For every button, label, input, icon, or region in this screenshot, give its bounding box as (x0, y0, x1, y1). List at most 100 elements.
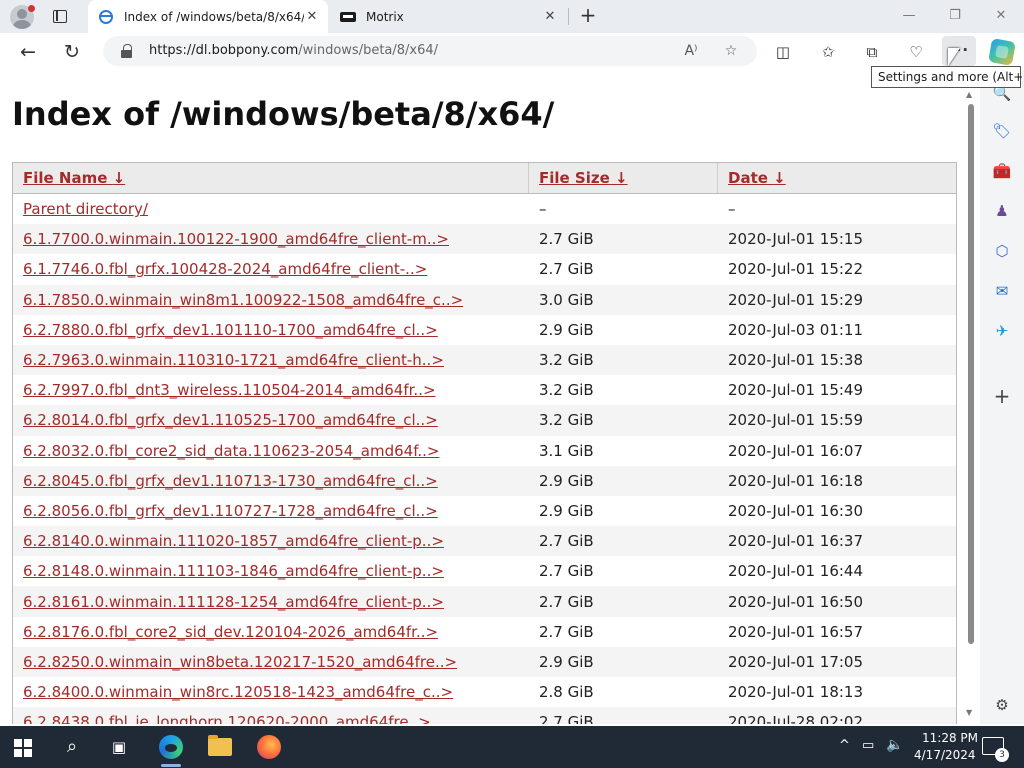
table-row: 6.2.8250.0.winmain_win8beta.120217-1520_… (13, 646, 956, 677)
file-link[interactable]: 6.2.8045.0.fbl_grfx_dev1.110713-1730_amd… (23, 472, 438, 490)
tray-overflow-chevron-icon[interactable]: ^ (839, 738, 850, 753)
favorites-icon[interactable]: ✩ (817, 41, 839, 63)
tab-strip: Index of /windows/beta/8/x64/ ✕ Motrix ✕… (0, 0, 1024, 33)
date-cell: 2020-Jul-01 16:30 (728, 501, 864, 520)
file-link[interactable]: 6.2.7997.0.fbl_dnt3_wireless.110504-2014… (23, 381, 436, 399)
scroll-thumb[interactable] (968, 104, 974, 644)
volume-muted-icon[interactable]: 🔈 (886, 737, 903, 753)
file-link[interactable]: 6.1.7850.0.winmain_win8m1.100922-1508_am… (23, 291, 463, 309)
close-tab-icon[interactable]: ✕ (304, 9, 320, 25)
file-size-cell: 2.7 GiB (539, 592, 594, 611)
split-screen-icon[interactable]: ◫ (772, 41, 794, 63)
copilot-icon[interactable] (988, 38, 1016, 66)
task-view-icon[interactable]: ▣ (107, 735, 131, 759)
file-link[interactable]: 6.2.8176.0.fbl_core2_sid_dev.120104-2026… (23, 623, 438, 641)
file-link[interactable]: 6.1.7746.0.fbl_grfx.100428-2024_amd64fre… (23, 260, 427, 278)
file-link[interactable]: 6.2.8032.0.fbl_core2_sid_data.110623-205… (23, 442, 440, 460)
file-link[interactable]: 6.1.7700.0.winmain.100122-1900_amd64fre_… (23, 230, 449, 248)
file-name-cell: 6.2.8045.0.fbl_grfx_dev1.110713-1730_amd… (13, 472, 529, 490)
refresh-icon[interactable]: ↻ (59, 39, 85, 65)
scroll-down-icon[interactable]: ▼ (966, 708, 972, 717)
back-arrow-icon[interactable]: ← (15, 39, 41, 65)
column-header-file-size[interactable]: File Size ↓ (529, 163, 718, 193)
file-name-cell: 6.2.7963.0.winmain.110310-1721_amd64fre_… (13, 351, 529, 369)
sidebar-settings-gear-icon[interactable]: ⚙ (991, 694, 1013, 716)
new-tab-icon[interactable]: + (577, 4, 599, 26)
network-icon[interactable]: ▭ (862, 738, 874, 753)
table-row: 6.2.8014.0.fbl_grfx_dev1.110525-1700_amd… (13, 405, 956, 436)
date-cell: 2020-Jul-01 17:05 (728, 652, 864, 671)
outlook-icon[interactable]: ✉ (991, 280, 1013, 302)
file-link[interactable]: 6.2.8400.0.winmain_win8rc.120518-1423_am… (23, 683, 453, 701)
tab-index-of[interactable]: Index of /windows/beta/8/x64/ ✕ (88, 0, 328, 33)
clock-date[interactable]: 4/17/2024 (914, 748, 976, 762)
file-link[interactable]: 6.2.8148.0.winmain.111103-1846_amd64fre_… (23, 562, 444, 580)
file-link[interactable]: 6.2.8161.0.winmain.111128-1254_amd64fre_… (23, 593, 444, 611)
firefox-icon[interactable] (257, 735, 281, 759)
file-size-cell: 3.1 GiB (539, 441, 594, 460)
address-bar[interactable]: https://dl.bobpony.com/windows/beta/8/x6… (103, 36, 757, 66)
date-cell: 2020-Jul-01 15:49 (728, 381, 864, 400)
date-cell: 2020-Jul-01 16:44 (728, 562, 864, 581)
microsoft-365-icon[interactable]: ⬡ (991, 240, 1013, 262)
read-aloud-icon[interactable]: A⁾ (681, 41, 701, 61)
motrix-favicon-icon (340, 9, 356, 25)
file-link[interactable]: 6.2.8250.0.winmain_win8beta.120217-1520_… (23, 653, 457, 671)
settings-tooltip: Settings and more (Alt+F) (871, 66, 1024, 88)
tab-actions-menu-icon[interactable] (50, 7, 70, 27)
file-name-cell: 6.2.8438.0.fbl_ie_longhorn.120620-2000_a… (13, 713, 529, 724)
column-header-file-name[interactable]: File Name ↓ (13, 163, 529, 193)
table-row: 6.1.7850.0.winmain_win8m1.100922-1508_am… (13, 284, 956, 315)
sort-file-name-link[interactable]: File Name ↓ (23, 169, 125, 187)
table-row: 6.2.7880.0.fbl_grfx_dev1.101110-1700_amd… (13, 315, 956, 345)
file-explorer-icon[interactable] (208, 735, 232, 756)
file-name-cell: 6.1.7746.0.fbl_grfx.100428-2024_amd64fre… (13, 260, 529, 278)
table-row: 6.1.7746.0.fbl_grfx.100428-2024_amd64fre… (13, 254, 956, 284)
clock-time[interactable]: 11:28 PM (922, 731, 978, 745)
file-link[interactable]: 6.2.8438.0.fbl_ie_longhorn.120620-2000_a… (23, 713, 431, 724)
games-icon[interactable]: ♟ (991, 200, 1013, 222)
tab-title: Index of /windows/beta/8/x64/ (124, 9, 304, 24)
restore-icon[interactable]: ❐ (940, 4, 970, 28)
browser-essentials-icon[interactable]: ♡ (905, 41, 927, 63)
file-size-cell: 2.9 GiB (539, 320, 594, 339)
file-size-cell: 2.7 GiB (539, 562, 594, 581)
favorite-star-icon[interactable]: ☆ (721, 41, 741, 61)
minimize-icon[interactable]: — (894, 4, 924, 28)
lock-icon[interactable] (121, 44, 132, 58)
file-name-cell: 6.2.8056.0.fbl_grfx_dev1.110727-1728_amd… (13, 502, 529, 520)
date-cell: 2020-Jul-01 15:38 (728, 351, 864, 370)
sort-file-size-link[interactable]: File Size ↓ (539, 169, 628, 187)
edge-taskbar-icon[interactable] (159, 735, 183, 759)
file-link[interactable]: 6.2.8140.0.winmain.111020-1857_amd64fre_… (23, 532, 444, 550)
table-row: 6.2.8176.0.fbl_core2_sid_dev.120104-2026… (13, 617, 956, 647)
parent-directory-link[interactable]: Parent directory/ (23, 200, 148, 218)
shopping-tag-icon[interactable]: 🏷 (991, 120, 1013, 142)
collections-icon[interactable]: ⧉ (861, 41, 883, 63)
url-text[interactable]: https://dl.bobpony.com/windows/beta/8/x6… (149, 43, 438, 58)
file-name-cell: 6.2.7997.0.fbl_dnt3_wireless.110504-2014… (13, 381, 529, 399)
close-window-icon[interactable]: ✕ (986, 4, 1016, 28)
close-tab-icon[interactable]: ✕ (542, 9, 558, 25)
file-name-cell: 6.2.7880.0.fbl_grfx_dev1.101110-1700_amd… (13, 321, 529, 339)
scroll-up-icon[interactable]: ▲ (966, 90, 972, 99)
tools-icon[interactable]: 🧰 (991, 160, 1013, 182)
search-icon[interactable]: ⌕ (60, 735, 84, 759)
file-size-cell: 2.7 GiB (539, 622, 594, 641)
add-sidebar-app-icon[interactable]: + (991, 385, 1013, 407)
file-link[interactable]: 6.2.8056.0.fbl_grfx_dev1.110727-1728_amd… (23, 502, 438, 520)
file-link[interactable]: 6.2.7963.0.winmain.110310-1721_amd64fre_… (23, 351, 444, 369)
tab-motrix[interactable]: Motrix ✕ (330, 0, 566, 33)
ie-favicon-icon (98, 9, 114, 25)
column-header-date[interactable]: Date ↓ (718, 163, 956, 193)
table-header: File Name ↓ File Size ↓ Date ↓ (13, 163, 956, 194)
file-name-cell: 6.1.7850.0.winmain_win8m1.100922-1508_am… (13, 291, 529, 309)
drop-icon[interactable]: ✈ (991, 320, 1013, 342)
file-link[interactable]: 6.2.8014.0.fbl_grfx_dev1.110525-1700_amd… (23, 411, 438, 429)
sort-date-link[interactable]: Date ↓ (728, 169, 786, 187)
date-cell: 2020-Jul-01 16:18 (728, 471, 864, 490)
page-scrollbar[interactable]: ▲ ▼ (962, 90, 978, 720)
date-cell: 2020-Jul-01 16:57 (728, 622, 864, 641)
file-link[interactable]: 6.2.7880.0.fbl_grfx_dev1.101110-1700_amd… (23, 321, 438, 339)
start-windows-icon[interactable] (14, 739, 32, 757)
